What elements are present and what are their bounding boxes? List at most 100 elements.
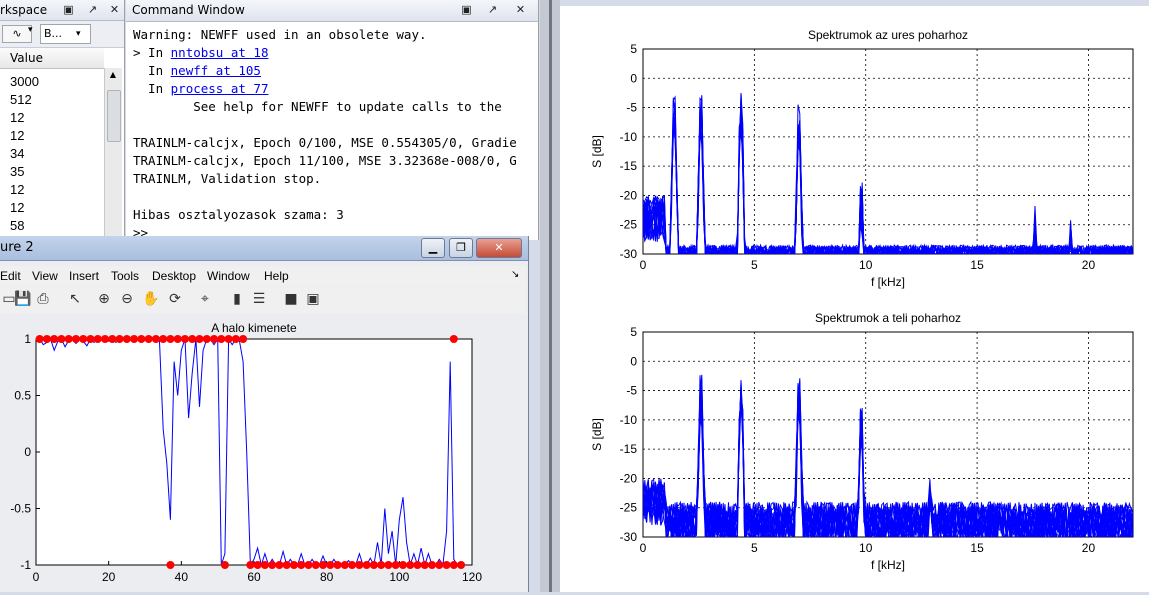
dropdown-arrow-icon[interactable]: ▾ (76, 25, 81, 43)
target-marker (348, 561, 357, 569)
disk-icon[interactable]: 💾 (14, 290, 32, 308)
target-marker (304, 561, 313, 569)
menu-desktop[interactable]: Desktop (152, 269, 196, 283)
spectrum-plots: 0 5 10 15 20 -30 -25 -20 -15 -10 -5 0 5 Spektrumok az… (560, 0, 1149, 572)
workspace-value-row[interactable]: 3000 (10, 74, 39, 89)
x-tick-label: 20 (1082, 258, 1096, 272)
x-tick-label: 0 (640, 541, 647, 555)
legend-icon[interactable]: ☰ (250, 290, 268, 308)
maximize-button[interactable]: ❐ (449, 238, 473, 258)
x-tick-label: 0 (33, 570, 40, 584)
workspace-value-row[interactable]: 35 (10, 164, 24, 179)
y-tick-label: -15 (620, 442, 638, 456)
x-tick-label: 80 (320, 570, 334, 584)
y-axis-label: S [dB] (590, 418, 604, 451)
stack-trace-link[interactable]: nntobsu at 18 (171, 45, 269, 60)
menu-window[interactable]: Window (207, 269, 250, 283)
target-marker (115, 335, 124, 343)
hide-plot-tools-icon[interactable]: ■ (282, 290, 300, 308)
target-marker (355, 561, 364, 569)
target-marker (253, 561, 262, 569)
scroll-thumb[interactable] (107, 90, 121, 142)
command-output-line: See help for NEWFF to update calls to th… (133, 99, 502, 114)
zoom-out-icon[interactable]: ⊖ (118, 290, 136, 308)
x-axis-label: f [kHz] (871, 275, 905, 289)
workspace-value-row[interactable]: 34 (10, 146, 24, 161)
target-marker (217, 335, 226, 343)
dock-arrow-icon[interactable]: ↘ (511, 269, 519, 280)
minimize-button[interactable]: ▁ (421, 238, 445, 258)
print-icon[interactable]: ⎙ (34, 290, 52, 308)
y-tick-label: -5 (626, 101, 637, 115)
close-icon[interactable]: ✕ (514, 3, 527, 16)
x-tick-label: 100 (389, 570, 409, 584)
command-output-line: TRAINLM-calcjx, Epoch 11/100, MSE 3.3236… (133, 153, 517, 168)
close-button[interactable]: ✕ (476, 238, 522, 258)
y-tick-label: -1 (20, 558, 31, 572)
workspace-title: rkspace (0, 3, 48, 17)
target-marker (220, 561, 229, 569)
target-marker (406, 561, 415, 569)
menu-insert[interactable]: Insert (69, 269, 99, 283)
menu-tools[interactable]: Tools (111, 269, 139, 283)
x-tick-label: 15 (970, 541, 984, 555)
splitter-divider[interactable] (549, 0, 552, 592)
undock-icon[interactable]: ↗ (86, 3, 99, 16)
scroll-up-icon[interactable]: ▲ (107, 70, 119, 82)
x-tick-label: 15 (970, 258, 984, 272)
show-plot-tools-icon[interactable]: ▣ (304, 290, 322, 308)
target-marker (246, 561, 255, 569)
data-cursor-icon[interactable]: ⌖ (196, 290, 214, 308)
workspace-scrollbar[interactable]: ▲ (104, 68, 122, 240)
y-tick-label: -30 (620, 247, 638, 261)
target-marker (93, 335, 102, 343)
close-icon[interactable]: ✕ (108, 3, 121, 16)
axes-box (642, 48, 1134, 255)
command-output-line: Warning: NEWFF used in an obsolete way. (133, 27, 427, 42)
x-tick-label: 60 (247, 570, 261, 584)
zoom-in-icon[interactable]: ⊕ (95, 290, 113, 308)
window-icon[interactable]: ▣ (62, 3, 75, 16)
workspace-value-row[interactable]: 512 (10, 92, 32, 107)
command-window-titlebar: Command Window ▣ ↗ ✕ (126, 0, 538, 22)
spectrum-figure: 0 5 10 15 20 -30 -25 -20 -15 -10 -5 0 5 Spektrumok az… (560, 0, 1149, 592)
target-marker (79, 335, 88, 343)
undock-icon[interactable]: ↗ (486, 3, 499, 16)
target-marker (326, 561, 335, 569)
workspace-value-row[interactable]: 12 (10, 182, 24, 197)
workspace-value-row[interactable]: 58 (10, 218, 24, 233)
y-tick-label: -0.5 (10, 502, 31, 516)
y-tick-label: -10 (620, 130, 638, 144)
target-marker (340, 561, 349, 569)
y-tick-label: -5 (626, 384, 637, 398)
menu-edit[interactable]: Edit (0, 269, 21, 283)
stack-trace-link[interactable]: newff at 105 (171, 63, 261, 78)
rotate-icon[interactable]: ⟳ (166, 290, 184, 308)
chevron-down-icon[interactable]: ▾ (28, 25, 33, 35)
window-icon[interactable]: ▣ (460, 3, 473, 16)
base-dropdown[interactable]: B... (40, 24, 91, 44)
y-tick-label: 0 (630, 354, 637, 368)
menu-help[interactable]: Help (264, 269, 289, 283)
workspace-value-row[interactable]: 12 (10, 128, 24, 143)
figure-2-menubar: Edit View Insert Tools Desktop Window He… (0, 266, 526, 286)
target-marker (122, 335, 131, 343)
target-marker (180, 335, 189, 343)
figure-2-plot-area: A halo kimenete 0 20 40 60 80 100 120 -1 -0.5 0 0.5… (0, 313, 526, 592)
target-marker (275, 561, 284, 569)
target-marker (260, 561, 269, 569)
colorbar-icon[interactable]: ▮ (228, 290, 246, 308)
command-output-line: In process at 77 (133, 81, 269, 96)
spectrum-chart-1: 0 5 10 15 20 -30 -25 -20 -15 -10 -5 0 5 Spektrumok az… (590, 28, 1134, 289)
y-tick-label: -25 (620, 501, 638, 515)
workspace-value-row[interactable]: 12 (10, 200, 24, 215)
command-output-line: TRAINLM, Validation stop. (133, 171, 322, 186)
menu-view[interactable]: View (32, 269, 58, 283)
target-marker (420, 561, 429, 569)
workspace-column-header[interactable]: Value (0, 48, 104, 69)
pointer-icon[interactable]: ↖ (66, 290, 84, 308)
target-marker (435, 561, 444, 569)
stack-trace-link[interactable]: process at 77 (171, 81, 269, 96)
workspace-value-row[interactable]: 12 (10, 110, 24, 125)
pan-icon[interactable]: ✋ (142, 290, 160, 308)
